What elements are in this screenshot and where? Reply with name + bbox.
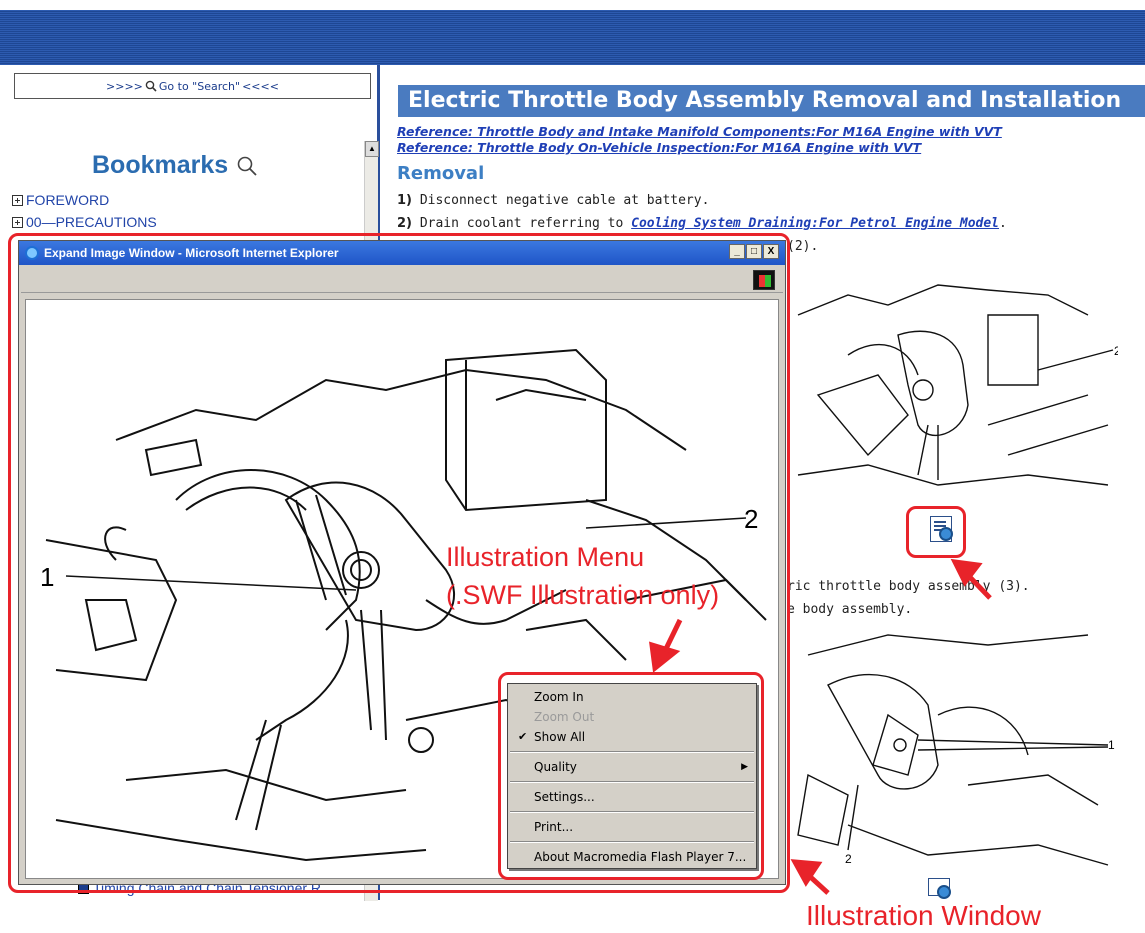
illustration-menu-highlight: [498, 672, 764, 880]
step-text: Disconnect negative cable at battery.: [419, 193, 710, 208]
goto-suffix: <<<<: [242, 79, 279, 93]
step-number: 2): [397, 216, 412, 231]
tree-item-label: 00—PRECAUTIONS: [26, 214, 157, 230]
step-link[interactable]: Cooling System Draining:For Petrol Engin…: [631, 216, 999, 231]
text-fragment: ric throttle body assembly (3).: [787, 579, 1030, 594]
step-number: 1): [397, 193, 412, 208]
engine-illustration-bottom: 1 2: [797, 634, 1115, 866]
top-banner: [0, 10, 1145, 65]
search-icon: [145, 80, 157, 92]
annotation-menu-sublabel: (.SWF Illustration only): [446, 580, 720, 610]
step-text: Drain coolant referring to: [419, 216, 632, 231]
zoom-icon-highlight: [906, 506, 966, 558]
text-fragment: e body assembly.: [787, 602, 913, 617]
search-icon[interactable]: [236, 155, 258, 177]
text-fragment: (2).: [787, 239, 819, 254]
callout-1: 1: [1108, 738, 1115, 752]
zoom-image-icon[interactable]: [928, 878, 951, 899]
callout-2: 2: [845, 852, 852, 866]
callout-2: 2: [1114, 344, 1118, 358]
page-title: Electric Throttle Body Assembly Removal …: [398, 85, 1145, 117]
section-heading: Removal: [397, 163, 485, 184]
step-tail: .: [999, 216, 1007, 231]
goto-search-label: Go to "Search": [158, 79, 241, 93]
tree-item-precautions[interactable]: 00—PRECAUTIONS: [12, 214, 157, 230]
reference-link[interactable]: Reference: Throttle Body On-Vehicle Insp…: [397, 140, 921, 155]
goto-search-button[interactable]: >>>> Go to "Search" <<<<: [14, 73, 371, 99]
engine-illustration-top: 2: [797, 284, 1118, 486]
reference-link[interactable]: Reference: Throttle Body and Intake Mani…: [397, 124, 1002, 139]
bookmarks-heading: Bookmarks: [92, 151, 258, 180]
step-2: 2) Drain coolant referring to Cooling Sy…: [397, 216, 1007, 231]
step-1: 1) Disconnect negative cable at battery.: [397, 193, 709, 208]
expand-icon[interactable]: [12, 194, 23, 206]
tree-item-label: FOREWORD: [26, 192, 110, 208]
annotation-menu-label: Illustration Menu: [446, 542, 645, 572]
scroll-up-arrow-icon[interactable]: ▲: [365, 141, 379, 157]
goto-prefix: >>>>: [106, 79, 143, 93]
annotation-window-label: Illustration Window: [806, 900, 1041, 931]
expand-icon[interactable]: [12, 216, 23, 228]
tree-item-foreword[interactable]: FOREWORD: [12, 192, 109, 208]
bookmarks-title: Bookmarks: [92, 151, 229, 179]
